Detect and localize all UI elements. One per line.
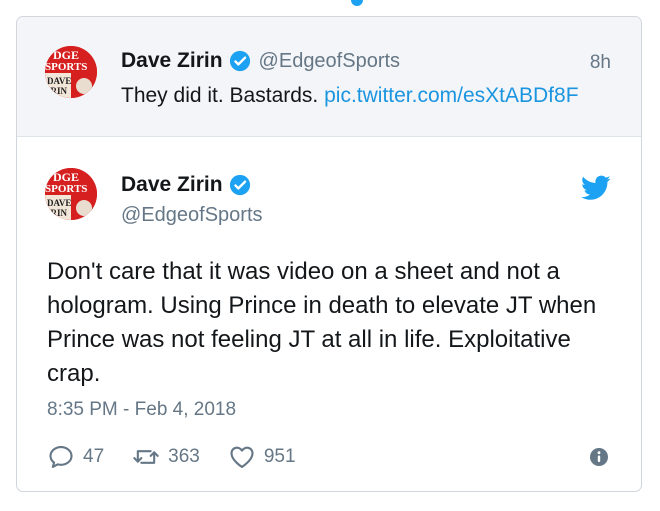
avatar-text-4: IRIN bbox=[47, 86, 68, 96]
reply-icon bbox=[49, 446, 73, 468]
avatar[interactable]: DGE SPORTS DAVE IRIN bbox=[45, 46, 97, 98]
display-name[interactable]: Dave Zirin bbox=[121, 49, 223, 73]
twitter-bird-icon[interactable] bbox=[581, 175, 611, 201]
avatar-text-4: IRIN bbox=[47, 208, 68, 218]
avatar-text-1: DGE bbox=[53, 170, 79, 184]
tweet-text: Don't care that it was video on a sheet … bbox=[47, 258, 597, 387]
quoted-tweet[interactable]: DGE SPORTS DAVE IRIN Dave Zirin @EdgeofS… bbox=[17, 17, 641, 137]
username-handle[interactable]: @EdgeofSports bbox=[259, 50, 401, 73]
heart-icon bbox=[230, 446, 254, 468]
quoted-tweet-body: They did it. Bastards. bbox=[121, 84, 319, 107]
tweet-header: Dave Zirin bbox=[121, 173, 251, 197]
avatar[interactable]: DGE SPORTS DAVE IRIN bbox=[45, 168, 97, 220]
relative-time[interactable]: 8h bbox=[590, 52, 611, 74]
verified-badge-icon bbox=[229, 50, 251, 72]
retweet-icon bbox=[133, 450, 159, 464]
avatar-text-2: SPORTS bbox=[45, 183, 87, 195]
username-handle[interactable]: @EdgeofSports bbox=[121, 204, 263, 227]
scroll-indicator-dot bbox=[351, 0, 363, 6]
like-button[interactable]: 951 bbox=[228, 443, 296, 471]
retweet-button[interactable]: 363 bbox=[132, 443, 200, 471]
avatar-text-2: SPORTS bbox=[45, 61, 87, 73]
avatar-text-3: DAVE bbox=[47, 76, 71, 86]
reply-count: 47 bbox=[83, 446, 105, 467]
retweet-count: 363 bbox=[168, 446, 200, 467]
like-count: 951 bbox=[263, 446, 296, 467]
tweet-card: DGE SPORTS DAVE IRIN Dave Zirin @EdgeofS… bbox=[16, 16, 642, 492]
reply-button[interactable]: 47 bbox=[47, 443, 104, 471]
quoted-tweet-header: Dave Zirin @EdgeofSports bbox=[121, 49, 400, 73]
verified-badge-icon bbox=[229, 174, 251, 196]
quoted-tweet-text: They did it. Bastards. pic.twitter.com/e… bbox=[121, 84, 579, 108]
avatar-text-3: DAVE bbox=[47, 198, 71, 208]
tweet-timestamp[interactable]: 8:35 PM - Feb 4, 2018 bbox=[47, 399, 236, 421]
tweet-actions: 47 363 951 bbox=[47, 443, 324, 471]
display-name[interactable]: Dave Zirin bbox=[121, 173, 223, 197]
avatar-text-1: DGE bbox=[53, 48, 79, 62]
media-link[interactable]: pic.twitter.com/esXtABDf8F bbox=[324, 84, 578, 107]
info-icon[interactable] bbox=[589, 447, 609, 467]
